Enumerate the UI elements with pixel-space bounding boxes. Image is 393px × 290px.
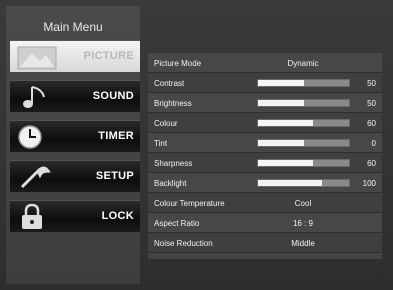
setting-value: Middle	[291, 239, 315, 248]
setting-label: Brightness	[154, 99, 192, 108]
tint-slider[interactable]	[257, 139, 350, 147]
setting-label: Backlight	[154, 179, 187, 188]
wrench-icon	[20, 166, 51, 189]
menu-item-label: PICTURE	[83, 50, 134, 62]
menu-item-label: TIMER	[98, 130, 134, 142]
setting-label: Sharpness	[154, 159, 193, 168]
setting-row-contrast[interactable]: Contrast 50	[148, 73, 382, 93]
main-menu-sidebar: Main Menu PICTURE SOUND TIMER SETUP LOCK	[6, 6, 140, 284]
setting-row-colour[interactable]: Colour 60	[148, 113, 382, 133]
menu-item-setup[interactable]: SETUP	[10, 160, 140, 192]
menu-item-label: SETUP	[95, 170, 134, 182]
setting-value: 50	[367, 99, 376, 108]
setting-value: 0	[371, 139, 376, 148]
brightness-slider[interactable]	[257, 99, 350, 107]
setting-label: Aspect Ratio	[154, 219, 200, 228]
setting-label: Picture Mode	[154, 59, 202, 68]
setting-row-brightness[interactable]: Brightness 50	[148, 93, 382, 113]
setting-value: Cool	[294, 199, 312, 208]
menu-item-lock[interactable]: LOCK	[10, 200, 140, 232]
setting-label: Colour Temperature	[154, 199, 225, 208]
menu-item-picture[interactable]: PICTURE	[10, 40, 140, 72]
setting-row-tint[interactable]: Tint 0	[148, 133, 382, 153]
setting-row-backlight[interactable]: Backlight 100	[148, 173, 382, 193]
setting-value: 60	[367, 159, 376, 168]
menu-item-label: SOUND	[92, 90, 134, 102]
setting-label: Noise Reduction	[154, 239, 213, 248]
setting-row-sharpness[interactable]: Sharpness 60	[148, 153, 382, 173]
picture-icon	[17, 46, 57, 70]
setting-value: Dynamic	[287, 59, 319, 68]
setting-row-picture-mode[interactable]: Picture Mode Dynamic	[148, 53, 382, 73]
setting-label: Contrast	[154, 79, 185, 88]
menu-title: Main Menu	[43, 20, 103, 34]
setting-value: 60	[367, 119, 376, 128]
backlight-slider[interactable]	[257, 179, 350, 187]
setting-value: 16 : 9	[292, 219, 313, 228]
menu-item-sound[interactable]: SOUND	[10, 80, 140, 112]
sharpness-slider[interactable]	[257, 159, 350, 167]
menu-item-label: LOCK	[101, 210, 134, 222]
setting-row-colour-temperature[interactable]: Colour Temperature Cool	[148, 193, 382, 213]
picture-settings-panel: Picture Mode Dynamic Contrast 50 Brightn…	[148, 53, 382, 259]
setting-label: Tint	[154, 139, 168, 148]
padlock-icon	[22, 203, 42, 229]
setting-value: 50	[367, 79, 376, 88]
setting-label: Colour	[154, 119, 178, 128]
clock-icon	[18, 125, 42, 149]
tv-osd-screen: Main Menu PICTURE SOUND TIMER SETUP LOCK…	[0, 0, 393, 290]
setting-value: 100	[362, 179, 376, 188]
setting-row-noise-reduction[interactable]: Noise Reduction Middle	[148, 233, 382, 253]
colour-slider[interactable]	[257, 119, 350, 127]
music-note-icon	[23, 86, 45, 108]
setting-row-aspect-ratio[interactable]: Aspect Ratio 16 : 9	[148, 213, 382, 233]
menu-item-timer[interactable]: TIMER	[10, 120, 140, 152]
contrast-slider[interactable]	[257, 79, 350, 87]
